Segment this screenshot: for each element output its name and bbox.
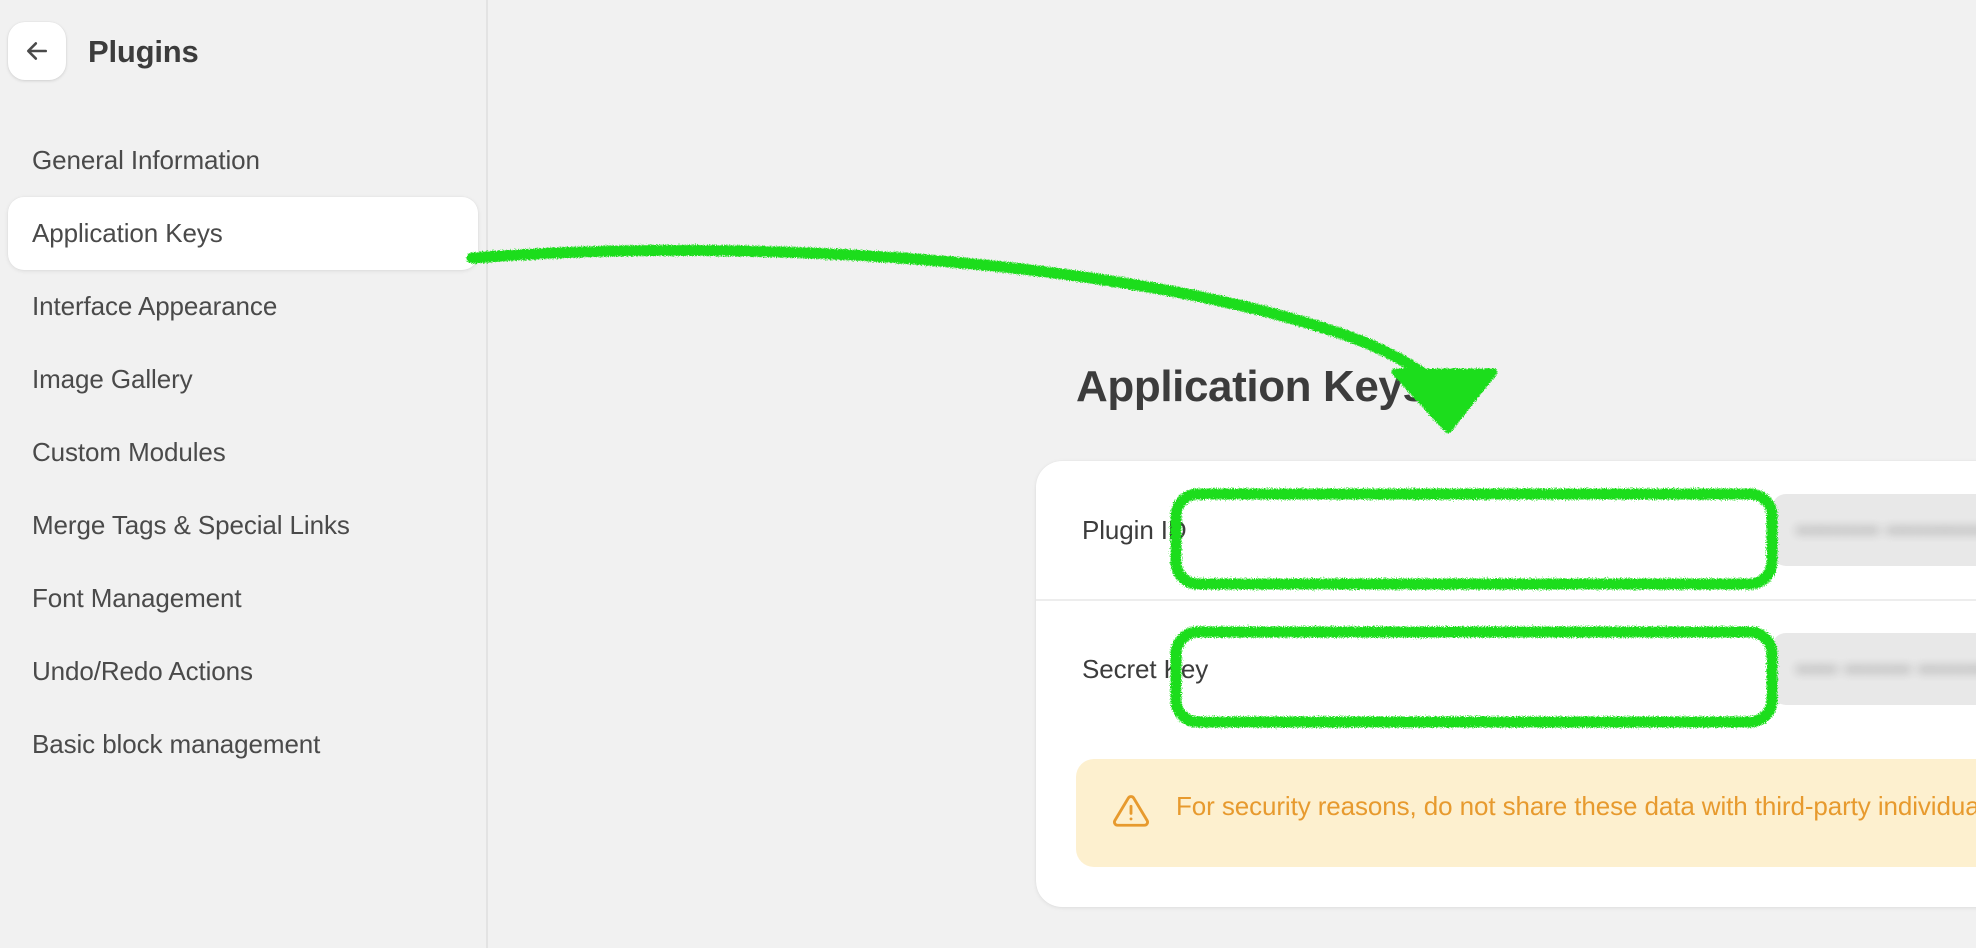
page-section-title: Plugins: [88, 33, 199, 69]
sidebar-item-general-information[interactable]: General Information: [8, 124, 478, 197]
secret-key-value: ••••• •••••••• •••••••••• •••••••: [1796, 655, 1976, 682]
sidebar-item-label: Interface Appearance: [32, 291, 278, 321]
sidebar-item-label: Font Management: [32, 583, 242, 613]
plugin-id-controls: •••••••••• •••••••••••••••• •••••••• Cop…: [1772, 494, 1976, 566]
back-button[interactable]: [8, 22, 66, 80]
application-keys-card: Plugin ID •••••••••• •••••••••••••••• ••…: [1036, 461, 1976, 907]
security-warning-banner: For security reasons, do not share these…: [1076, 759, 1976, 867]
secret-key-row: Secret Key ••••• •••••••• •••••••••• •••…: [1036, 599, 1976, 737]
sidebar-item-label: Application Keys: [32, 218, 223, 248]
plugin-id-value-field[interactable]: •••••••••• •••••••••••••••• ••••••••: [1772, 494, 1976, 566]
sidebar-item-basic-block-management[interactable]: Basic block management: [8, 708, 478, 781]
sidebar-item-label: Basic block management: [32, 729, 321, 759]
sidebar-item-image-gallery[interactable]: Image Gallery: [8, 343, 478, 416]
warning-wrapper: For security reasons, do not share these…: [1036, 737, 1976, 907]
sidebar-item-label: Merge Tags & Special Links: [32, 510, 350, 540]
secret-key-controls: ••••• •••••••• •••••••••• ••••••• Copy: [1772, 633, 1976, 705]
sidebar-item-merge-tags-special-links[interactable]: Merge Tags & Special Links: [8, 489, 478, 562]
sidebar-item-font-management[interactable]: Font Management: [8, 562, 478, 635]
plugin-id-label: Plugin ID: [1082, 514, 1187, 545]
sidebar-item-interface-appearance[interactable]: Interface Appearance: [8, 270, 478, 343]
secret-key-label: Secret Key: [1082, 653, 1209, 684]
app-root: Plugins General Information Application …: [0, 0, 1976, 948]
plugin-id-row: Plugin ID •••••••••• •••••••••••••••• ••…: [1036, 461, 1976, 599]
sidebar-item-label: Image Gallery: [32, 364, 193, 394]
warning-triangle-icon: [1112, 792, 1150, 835]
secret-key-value-field[interactable]: ••••• •••••••• •••••••••• •••••••: [1772, 633, 1976, 705]
sidebar-item-undo-redo-actions[interactable]: Undo/Redo Actions: [8, 635, 478, 708]
sidebar: Plugins General Information Application …: [0, 0, 488, 948]
sidebar-item-application-keys[interactable]: Application Keys: [8, 197, 478, 270]
plugin-id-value: •••••••••• •••••••••••••••• ••••••••: [1796, 516, 1976, 543]
sidebar-nav: General Information Application Keys Int…: [0, 124, 486, 781]
main-content: Application Keys Plugin ID •••••••••• ••…: [488, 0, 1976, 948]
sidebar-header: Plugins: [0, 22, 486, 80]
sidebar-item-label: Custom Modules: [32, 437, 226, 467]
sidebar-item-label: Undo/Redo Actions: [32, 656, 253, 686]
sidebar-item-label: General Information: [32, 145, 260, 175]
security-warning-text: For security reasons, do not share these…: [1176, 791, 1976, 821]
sidebar-item-custom-modules[interactable]: Custom Modules: [8, 416, 478, 489]
page-title: Application Keys: [1076, 362, 1427, 411]
arrow-left-icon: [23, 37, 51, 65]
